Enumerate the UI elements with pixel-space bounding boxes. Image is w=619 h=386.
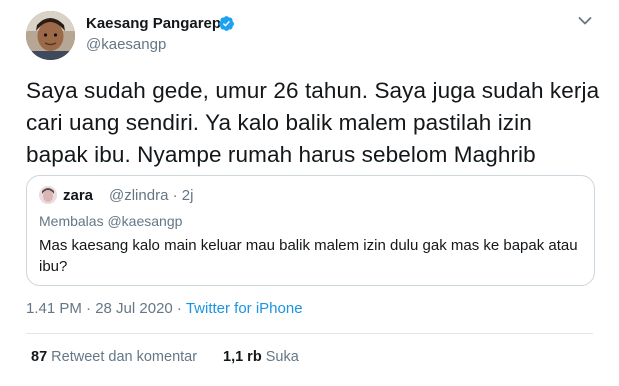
- retweets-stat[interactable]: 87 Retweet dan komentar: [31, 348, 197, 366]
- quoted-tweet[interactable]: zara @zlindra · 2j Membalas @kaesangp Ma…: [26, 175, 595, 286]
- author-display-name[interactable]: Kaesang Pangarep: [86, 14, 221, 33]
- tweet-meta: 1.41 PM · 28 Jul 2020 · Twitter for iPho…: [26, 300, 303, 318]
- quoted-text: Mas kaesang kalo main keluar mau balik m…: [39, 237, 578, 275]
- likes-count: 1,1 rb: [223, 349, 262, 365]
- tweet-card: Kaesang Pangarep @kaesangp Saya sudah ge…: [0, 0, 619, 386]
- retweets-label: Retweet dan komentar: [51, 349, 198, 365]
- quoted-handle-time[interactable]: @zlindra · 2j: [109, 187, 193, 205]
- chevron-down-icon[interactable]: [578, 16, 592, 26]
- tweet-text-line: Saya sudah gede, umur 26 tahun. Saya jug…: [26, 78, 600, 103]
- tweet-text: Saya sudah gede, umur 26 tahun. Saya jug…: [26, 75, 606, 171]
- quoted-reply-context: Membalas @kaesangp: [39, 213, 183, 229]
- avatar[interactable]: [26, 11, 75, 60]
- retweets-count: 87: [31, 349, 48, 365]
- likes-stat[interactable]: 1,1 rb Suka: [223, 348, 299, 366]
- tweet-text-line: cari uang sendiri. Ya kalo balik malem p…: [26, 110, 532, 135]
- likes-label: Suka: [265, 349, 299, 365]
- timestamp[interactable]: 1.41 PM · 28 Jul 2020 ·: [26, 300, 186, 317]
- verified-badge-icon: [219, 16, 234, 31]
- source-link[interactable]: Twitter for iPhone: [186, 300, 303, 317]
- divider: [26, 333, 593, 334]
- tweet-text-line: bapak ibu. Nyampe rumah harus sebelom Ma…: [26, 142, 536, 167]
- quoted-avatar[interactable]: [39, 186, 57, 204]
- author-handle[interactable]: @kaesangp: [86, 35, 166, 54]
- quoted-display-name[interactable]: zara: [63, 187, 93, 205]
